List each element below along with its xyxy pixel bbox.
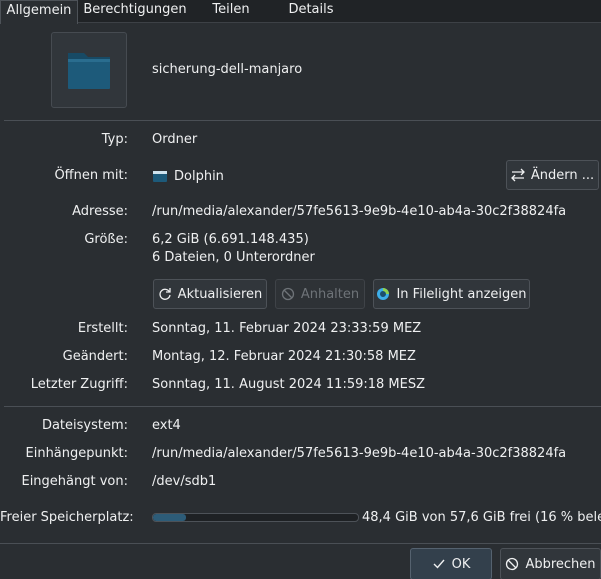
accessed-value: Sonntag, 11. August 2024 11:59:18 MESZ	[152, 377, 426, 392]
filelight-button[interactable]: In Filelight anzeigen	[373, 279, 530, 309]
refresh-icon	[159, 288, 171, 300]
change-button-label: Ändern ...	[530, 167, 595, 183]
open-with-value: Dolphin	[174, 168, 224, 184]
modified-value: Montag, 12. Februar 2024 21:30:58 MEZ	[152, 349, 416, 364]
free-space-bar	[152, 513, 359, 522]
created-value: Sonntag, 11. Februar 2024 23:33:59 MEZ	[152, 321, 422, 336]
mountpoint-label: Einhängepunkt:	[25, 446, 129, 461]
size-value: 6,2 GiB (6.691.148.435)	[152, 232, 309, 247]
check-icon	[433, 559, 445, 569]
mounted-from-label: Eingehängt von:	[21, 474, 128, 489]
ok-button-label: OK	[451, 556, 471, 572]
refresh-button-label: Aktualisieren	[177, 286, 263, 302]
address-value: /run/media/alexander/57fe5613-9e9b-4e10-…	[152, 204, 567, 219]
stop-icon	[281, 287, 294, 301]
dialog-button-box: OK Abbrechen	[0, 543, 601, 579]
tab-details[interactable]: Details	[269, 0, 353, 22]
size-label: Größe:	[84, 232, 128, 247]
free-space-value: 48,4 GiB von 57,6 GiB frei (16 % belegt)	[362, 510, 601, 525]
properties-dialog: Allgemein Berechtigungen Teilen Details …	[0, 0, 601, 579]
filelight-button-label: In Filelight anzeigen	[396, 286, 527, 302]
refresh-button[interactable]: Aktualisieren	[153, 279, 267, 309]
open-with-label: Öffnen mit:	[54, 168, 128, 183]
tab-permissions[interactable]: Berechtigungen	[77, 0, 193, 22]
filesystem-label: Dateisystem:	[41, 418, 128, 433]
tab-general[interactable]: Allgemein	[0, 0, 78, 24]
modified-label: Geändert:	[62, 349, 128, 364]
open-with-app: Dolphin	[152, 168, 224, 184]
change-button[interactable]: Ändern ...	[506, 160, 599, 190]
configure-icon	[510, 168, 525, 182]
tab-bar-fill	[353, 0, 601, 22]
separator	[4, 406, 601, 407]
used-space-fill	[153, 514, 186, 521]
free-space-label: Freier Speicherplatz:	[0, 510, 134, 525]
created-label: Erstellt:	[77, 321, 128, 336]
type-label: Typ:	[101, 132, 128, 147]
cancel-button-label: Abbrechen	[525, 556, 596, 572]
folder-icon	[68, 53, 110, 89]
dolphin-app-icon	[153, 171, 167, 182]
stop-button-label: Anhalten	[300, 286, 360, 302]
address-label: Adresse:	[72, 204, 128, 219]
file-name: sicherung-dell-manjaro	[152, 62, 303, 77]
filelight-icon	[377, 288, 390, 300]
stop-button[interactable]: Anhalten	[275, 279, 365, 309]
folder-icon-button[interactable]	[51, 32, 127, 108]
mountpoint-value: /run/media/alexander/57fe5613-9e9b-4e10-…	[152, 446, 567, 461]
type-value: Ordner	[152, 132, 198, 147]
tab-share[interactable]: Teilen	[193, 0, 269, 22]
cancel-button[interactable]: Abbrechen	[500, 548, 601, 579]
size-detail: 6 Dateien, 0 Unterordner	[152, 250, 315, 265]
accessed-label: Letzter Zugriff:	[30, 377, 128, 392]
mounted-from-value: /dev/sdb1	[152, 474, 217, 489]
ok-button[interactable]: OK	[410, 548, 492, 579]
filesystem-value: ext4	[152, 418, 181, 433]
tab-bar: Allgemein Berechtigungen Teilen Details	[0, 0, 601, 24]
cancel-icon	[506, 557, 519, 571]
separator	[4, 120, 601, 121]
